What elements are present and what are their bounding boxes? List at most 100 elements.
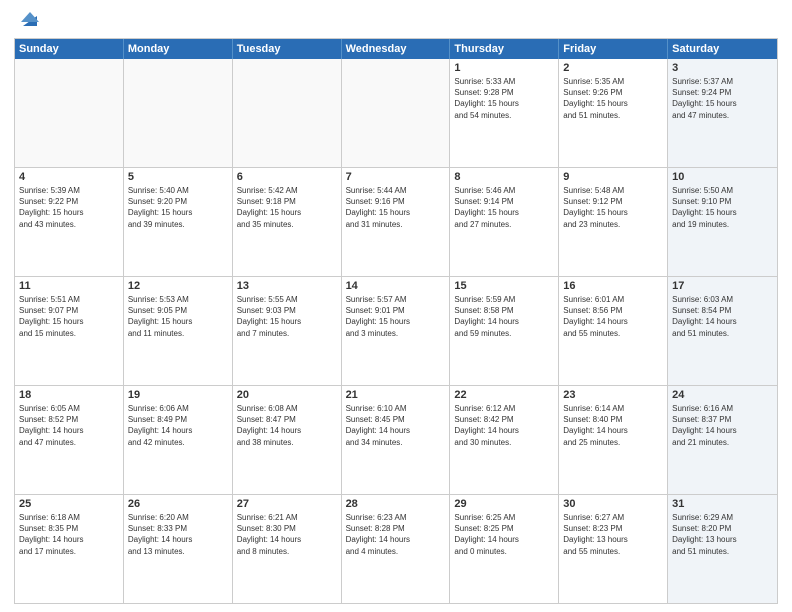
cal-cell: 26Sunrise: 6:20 AM Sunset: 8:33 PM Dayli… bbox=[124, 495, 233, 603]
week-row-4: 25Sunrise: 6:18 AM Sunset: 8:35 PM Dayli… bbox=[15, 495, 777, 603]
cal-cell: 14 Sunrise: 5:57 AM Sunset: 9:01 PM Dayli… bbox=[342, 277, 451, 385]
cal-cell bbox=[342, 59, 451, 167]
col-header-thursday: Thursday bbox=[450, 39, 559, 59]
day-number: 28 bbox=[346, 498, 446, 510]
day-info: Sunrise: 6:05 AM Sunset: 8:52 PM Dayligh… bbox=[19, 403, 119, 448]
week-row-1: 4 Sunrise: 5:39 AM Sunset: 9:22 PM Daylig… bbox=[15, 168, 777, 277]
cal-cell: 6 Sunrise: 5:42 AM Sunset: 9:18 PM Daylig… bbox=[233, 168, 342, 276]
day-number: 30 bbox=[563, 498, 663, 510]
day-info: Sunrise: 5:50 AM Sunset: 9:10 PM Dayligh… bbox=[672, 185, 773, 230]
col-header-wednesday: Wednesday bbox=[342, 39, 451, 59]
cal-cell: 15 Sunrise: 5:59 AM Sunset: 8:58 PM Dayli… bbox=[450, 277, 559, 385]
day-info: Sunrise: 5:59 AM Sunset: 8:58 PM Dayligh… bbox=[454, 294, 554, 339]
day-info: Sunrise: 6:16 AM Sunset: 8:37 PM Dayligh… bbox=[672, 403, 773, 448]
cal-cell: 30 Sunrise: 6:27 AM Sunset: 8:23 PM Dayli… bbox=[559, 495, 668, 603]
day-number: 9 bbox=[563, 171, 663, 183]
day-info: Sunrise: 5:35 AM Sunset: 9:26 PM Dayligh… bbox=[563, 76, 663, 121]
col-header-tuesday: Tuesday bbox=[233, 39, 342, 59]
cal-cell: 11 Sunrise: 5:51 AM Sunset: 9:07 PM Dayli… bbox=[15, 277, 124, 385]
calendar-body: 1 Sunrise: 5:33 AM Sunset: 9:28 PM Daylig… bbox=[15, 59, 777, 603]
cal-cell: 17 Sunrise: 6:03 AM Sunset: 8:54 PM Dayli… bbox=[668, 277, 777, 385]
cal-cell: 16 Sunrise: 6:01 AM Sunset: 8:56 PM Dayli… bbox=[559, 277, 668, 385]
day-number: 23 bbox=[563, 389, 663, 401]
day-info: Sunrise: 6:10 AM Sunset: 8:45 PM Dayligh… bbox=[346, 403, 446, 448]
calendar-header: SundayMondayTuesdayWednesdayThursdayFrid… bbox=[15, 39, 777, 59]
day-number: 15 bbox=[454, 280, 554, 292]
cal-cell: 10 Sunrise: 5:50 AM Sunset: 9:10 PM Dayli… bbox=[668, 168, 777, 276]
col-header-sunday: Sunday bbox=[15, 39, 124, 59]
day-info: Sunrise: 6:03 AM Sunset: 8:54 PM Dayligh… bbox=[672, 294, 773, 339]
day-number: 19 bbox=[128, 389, 228, 401]
cal-cell bbox=[233, 59, 342, 167]
day-info: Sunrise: 5:39 AM Sunset: 9:22 PM Dayligh… bbox=[19, 185, 119, 230]
day-info: Sunrise: 5:37 AM Sunset: 9:24 PM Dayligh… bbox=[672, 76, 773, 121]
cal-cell: 7 Sunrise: 5:44 AM Sunset: 9:16 PM Daylig… bbox=[342, 168, 451, 276]
day-info: Sunrise: 5:51 AM Sunset: 9:07 PM Dayligh… bbox=[19, 294, 119, 339]
page-header bbox=[14, 10, 778, 32]
cal-cell: 21Sunrise: 6:10 AM Sunset: 8:45 PM Dayli… bbox=[342, 386, 451, 494]
cal-cell: 5Sunrise: 5:40 AM Sunset: 9:20 PM Daylig… bbox=[124, 168, 233, 276]
week-row-2: 11 Sunrise: 5:51 AM Sunset: 9:07 PM Dayli… bbox=[15, 277, 777, 386]
day-info: Sunrise: 6:21 AM Sunset: 8:30 PM Dayligh… bbox=[237, 512, 337, 557]
cal-cell: 3 Sunrise: 5:37 AM Sunset: 9:24 PM Daylig… bbox=[668, 59, 777, 167]
day-info: Sunrise: 5:33 AM Sunset: 9:28 PM Dayligh… bbox=[454, 76, 554, 121]
cal-cell: 9 Sunrise: 5:48 AM Sunset: 9:12 PM Daylig… bbox=[559, 168, 668, 276]
cal-cell: 27 Sunrise: 6:21 AM Sunset: 8:30 PM Dayli… bbox=[233, 495, 342, 603]
day-number: 26 bbox=[128, 498, 228, 510]
cal-cell: 23 Sunrise: 6:14 AM Sunset: 8:40 PM Dayli… bbox=[559, 386, 668, 494]
cal-cell: 8 Sunrise: 5:46 AM Sunset: 9:14 PM Daylig… bbox=[450, 168, 559, 276]
day-number: 24 bbox=[672, 389, 773, 401]
day-number: 7 bbox=[346, 171, 446, 183]
day-info: Sunrise: 5:48 AM Sunset: 9:12 PM Dayligh… bbox=[563, 185, 663, 230]
cal-cell: 19 Sunrise: 6:06 AM Sunset: 8:49 PM Dayli… bbox=[124, 386, 233, 494]
day-number: 10 bbox=[672, 171, 773, 183]
day-info: Sunrise: 5:57 AM Sunset: 9:01 PM Dayligh… bbox=[346, 294, 446, 339]
day-number: 31 bbox=[672, 498, 773, 510]
cal-cell: 24 Sunrise: 6:16 AM Sunset: 8:37 PM Dayli… bbox=[668, 386, 777, 494]
cal-cell: 18 Sunrise: 6:05 AM Sunset: 8:52 PM Dayli… bbox=[15, 386, 124, 494]
col-header-monday: Monday bbox=[124, 39, 233, 59]
day-number: 3 bbox=[672, 62, 773, 74]
day-info: Sunrise: 6:18 AM Sunset: 8:35 PM Dayligh… bbox=[19, 512, 119, 557]
cal-cell: 29 Sunrise: 6:25 AM Sunset: 8:25 PM Dayli… bbox=[450, 495, 559, 603]
col-header-friday: Friday bbox=[559, 39, 668, 59]
calendar: SundayMondayTuesdayWednesdayThursdayFrid… bbox=[14, 38, 778, 604]
logo bbox=[14, 10, 43, 32]
day-number: 8 bbox=[454, 171, 554, 183]
day-number: 14 bbox=[346, 280, 446, 292]
day-number: 18 bbox=[19, 389, 119, 401]
day-info: Sunrise: 6:14 AM Sunset: 8:40 PM Dayligh… bbox=[563, 403, 663, 448]
day-number: 29 bbox=[454, 498, 554, 510]
day-number: 1 bbox=[454, 62, 554, 74]
day-info: Sunrise: 6:25 AM Sunset: 8:25 PM Dayligh… bbox=[454, 512, 554, 557]
day-number: 27 bbox=[237, 498, 337, 510]
day-number: 2 bbox=[563, 62, 663, 74]
day-info: Sunrise: 6:06 AM Sunset: 8:49 PM Dayligh… bbox=[128, 403, 228, 448]
cal-cell bbox=[124, 59, 233, 167]
day-number: 13 bbox=[237, 280, 337, 292]
day-info: Sunrise: 5:42 AM Sunset: 9:18 PM Dayligh… bbox=[237, 185, 337, 230]
day-number: 12 bbox=[128, 280, 228, 292]
cal-cell: 22 Sunrise: 6:12 AM Sunset: 8:42 PM Dayli… bbox=[450, 386, 559, 494]
day-info: Sunrise: 6:27 AM Sunset: 8:23 PM Dayligh… bbox=[563, 512, 663, 557]
day-number: 4 bbox=[19, 171, 119, 183]
week-row-0: 1 Sunrise: 5:33 AM Sunset: 9:28 PM Daylig… bbox=[15, 59, 777, 168]
day-info: Sunrise: 6:12 AM Sunset: 8:42 PM Dayligh… bbox=[454, 403, 554, 448]
day-info: Sunrise: 5:44 AM Sunset: 9:16 PM Dayligh… bbox=[346, 185, 446, 230]
day-number: 22 bbox=[454, 389, 554, 401]
cal-cell: 25Sunrise: 6:18 AM Sunset: 8:35 PM Dayli… bbox=[15, 495, 124, 603]
cal-cell bbox=[15, 59, 124, 167]
day-number: 6 bbox=[237, 171, 337, 183]
cal-cell: 1 Sunrise: 5:33 AM Sunset: 9:28 PM Daylig… bbox=[450, 59, 559, 167]
col-header-saturday: Saturday bbox=[668, 39, 777, 59]
day-info: Sunrise: 6:01 AM Sunset: 8:56 PM Dayligh… bbox=[563, 294, 663, 339]
day-info: Sunrise: 5:46 AM Sunset: 9:14 PM Dayligh… bbox=[454, 185, 554, 230]
day-number: 16 bbox=[563, 280, 663, 292]
cal-cell: 20Sunrise: 6:08 AM Sunset: 8:47 PM Dayli… bbox=[233, 386, 342, 494]
day-number: 11 bbox=[19, 280, 119, 292]
cal-cell: 2 Sunrise: 5:35 AM Sunset: 9:26 PM Daylig… bbox=[559, 59, 668, 167]
cal-cell: 12Sunrise: 5:53 AM Sunset: 9:05 PM Dayli… bbox=[124, 277, 233, 385]
cal-cell: 28Sunrise: 6:23 AM Sunset: 8:28 PM Dayli… bbox=[342, 495, 451, 603]
cal-cell: 13Sunrise: 5:55 AM Sunset: 9:03 PM Dayli… bbox=[233, 277, 342, 385]
day-number: 17 bbox=[672, 280, 773, 292]
